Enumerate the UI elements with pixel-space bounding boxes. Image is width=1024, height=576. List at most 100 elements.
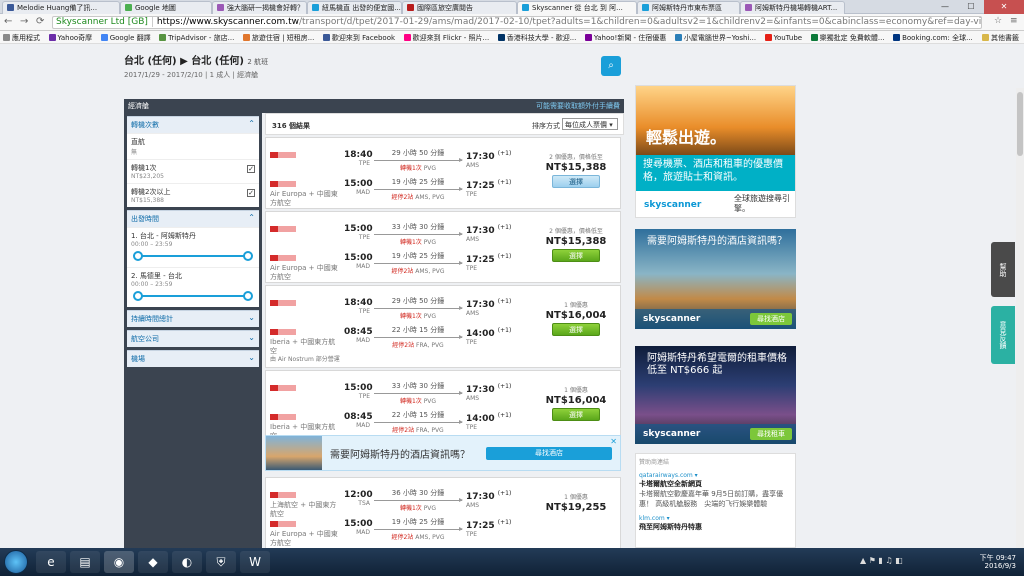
departure-time-header[interactable]: 出發時間 ⌃ [127, 210, 259, 227]
back-arrow-icon[interactable]: ← [4, 16, 12, 27]
bookmark-item[interactable]: 小屋電腦世界~Yoshi... [672, 31, 759, 43]
tab-favicon-icon [745, 4, 752, 11]
feedback-tab[interactable]: 意見反饋 [991, 306, 1015, 364]
route-line-arrow-icon [374, 306, 463, 310]
app-icon[interactable]: ◆ [138, 551, 168, 573]
bookmark-item[interactable]: 應用程式 [0, 31, 43, 43]
leg-route: 29 小時 50 分鐘 轉機1次 PVG [374, 296, 463, 320]
car-rental-ad[interactable]: 阿姆斯特丹希望電爾的租車價格低至 NT$666 起 skyscanner 尋找租車 [635, 346, 796, 444]
slider-handle-end[interactable] [243, 291, 253, 301]
flight-card[interactable]: 18:40 TPE 29 小時 50 分鐘 轉機1次 PVG 17:30 (+1) AMS… [265, 285, 621, 368]
sponsored-title[interactable]: 卡塔爾航空全新網頁 [639, 479, 792, 489]
bookmark-item[interactable]: TripAdvisor - 旅店... [156, 31, 237, 43]
find-hotel-ad-button[interactable]: 尋找酒店 [750, 313, 792, 325]
airlines-filter-header[interactable]: 航空公司 ⌄ [127, 330, 259, 347]
address-bar: ← → ⟳ Skyscanner Ltd [GB] https://www.sky… [0, 14, 1024, 31]
browser-tab[interactable]: 強大腦研一揭機會好轉？ [212, 1, 307, 14]
maximize-button[interactable]: ☐ [958, 0, 984, 14]
sponsored-url[interactable]: klm.com ▾ [639, 515, 792, 522]
minimize-button[interactable]: — [932, 0, 958, 14]
slider-handle-start[interactable] [133, 251, 143, 261]
forward-arrow-icon[interactable]: → [20, 16, 28, 27]
select-button[interactable]: 選擇 [552, 175, 600, 188]
browser-tab[interactable]: 國際區旅空廣閱告 [402, 1, 517, 14]
system-tray-icons[interactable]: ▲ ⚑ ▮ ♫ ◧ [860, 556, 903, 565]
other-bookmarks[interactable]: 其他書籤 [979, 31, 1022, 43]
time-slider[interactable] [133, 291, 253, 301]
browser-tab[interactable]: 紐馬機直 出發的便宜國... [307, 1, 402, 14]
sponsored-url[interactable]: qatarairways.com ▾ [639, 472, 792, 479]
flight-card[interactable]: 上海航空 + 中國東方航空 12:00 TSA 36 小時 30 分鐘 轉機1次 PVG… [265, 477, 621, 548]
results-count: 316 個結果 [272, 122, 311, 130]
filter-option-two-stops[interactable]: 轉機2次以上 NT$15,388 ✓ [127, 183, 259, 207]
stops-filter-header[interactable]: 轉機次數 ⌃ [127, 116, 259, 133]
window-controls: — ☐ ✕ [932, 0, 1024, 14]
filter-option-direct: 直航無 [127, 133, 259, 159]
checkbox-checked-icon[interactable]: ✓ [247, 189, 255, 197]
close-window-button[interactable]: ✕ [984, 0, 1024, 14]
airports-filter-header[interactable]: 機場 ⌄ [127, 350, 259, 367]
fees-link[interactable]: 可能需要收取額外付手續費 [536, 99, 620, 113]
star-bookmark-icon[interactable]: ☆ [994, 16, 1002, 26]
browser-tab[interactable]: Google 地圖 [120, 1, 212, 14]
sponsored-link[interactable]: qatarairways.com ▾ 卡塔爾航空全新網頁 卡塔爾航空歡慶嘉年華 9月… [639, 472, 792, 509]
bookmark-item[interactable]: Yahoo奇摩 [46, 31, 96, 43]
browser-tab[interactable]: 阿姆斯特丹市東布票區 [637, 1, 740, 14]
select-button[interactable]: 選擇 [552, 323, 600, 336]
sponsored-link[interactable]: klm.com ▾ 飛至阿姆斯特丹特惠 [639, 515, 792, 532]
bookmark-item[interactable]: YouTube [762, 32, 805, 43]
select-button[interactable]: 選擇 [552, 408, 600, 421]
bookmark-item[interactable]: 歡迎來到 Facebook [320, 31, 398, 43]
duration-filter-header[interactable]: 持續時間總計 ⌄ [127, 310, 259, 327]
bookmark-item[interactable]: Yahoo!新聞 - 住宿優惠 [582, 31, 669, 43]
bookmark-item[interactable]: 樂獨批定 免費軟體... [808, 31, 888, 43]
airline-info: Air Europa + 中國東方航空 [270, 521, 340, 548]
departure-airport: MAD [356, 422, 370, 429]
firefox-icon[interactable]: ◐ [172, 551, 202, 573]
airline-name: Air Europa + 中國東方航空 [270, 530, 338, 547]
bookmark-item[interactable]: 香港科技大學 - 歡迎... [495, 31, 580, 43]
chrome-icon[interactable]: ◉ [104, 551, 134, 573]
bookmark-item[interactable]: 歡迎來到 Flickr - 照片... [401, 31, 493, 43]
clock[interactable]: 下午 09:47 2016/9/3 [980, 554, 1016, 570]
select-button[interactable]: 選擇 [552, 249, 600, 262]
start-button[interactable] [4, 550, 28, 574]
find-hotel-button[interactable]: 尋找酒店 [486, 447, 612, 460]
amsterdam-image [266, 436, 322, 470]
browser-tab-active[interactable]: Skyscanner 從 台北 到 阿... [517, 1, 637, 14]
security-shield-icon[interactable]: ⛨ [206, 551, 236, 573]
edit-search-button[interactable]: ⌕ [601, 56, 621, 76]
slider-handle-end[interactable] [243, 251, 253, 261]
browser-tab[interactable]: Melodie Huang備了訊... [2, 1, 120, 14]
scrollbar-thumb[interactable] [1017, 92, 1023, 156]
bookmark-item[interactable]: 旅遊住宿 | 短租房... [240, 31, 317, 43]
sponsored-title[interactable]: 飛至阿姆斯特丹特惠 [639, 522, 792, 532]
route-line-arrow-icon [374, 232, 463, 236]
checkbox-checked-icon[interactable]: ✓ [247, 165, 255, 173]
flight-card[interactable]: 15:00 TPE 33 小時 30 分鐘 轉機1次 PVG 17:30 (+1) AMS… [265, 211, 621, 283]
url-input[interactable]: Skyscanner Ltd [GB] https://www.skyscanne… [52, 16, 982, 29]
word-icon[interactable]: W [240, 551, 270, 573]
flight-card[interactable]: 18:40 TPE 29 小時 50 分鐘 轉機1次 PVG 17:30 (+1) AMS… [265, 137, 621, 209]
hotel-ad[interactable]: 需要阿姆斯特丹的酒店資訊嗎？ skyscanner 尋找酒店 [635, 229, 796, 329]
find-car-button[interactable]: 尋找租車 [750, 428, 792, 440]
help-tab[interactable]: 幫助 [991, 242, 1015, 297]
browser-tab[interactable]: 阿姆斯特丹機場轉機ART... [740, 1, 845, 14]
skyscanner-logo: skyscanner [643, 429, 701, 439]
slider-handle-start[interactable] [133, 291, 143, 301]
scrollbar[interactable] [1016, 88, 1024, 548]
reload-icon[interactable]: ⟳ [36, 16, 44, 27]
explorer-folder-icon[interactable]: ▤ [70, 551, 100, 573]
time-slider[interactable] [133, 251, 253, 261]
close-icon[interactable]: ✕ [610, 437, 617, 446]
hkust-icon [497, 34, 505, 41]
filter-option-one-stop[interactable]: 轉機1次 NT$23,205 ✓ [127, 159, 259, 183]
ie-icon[interactable]: e [36, 551, 66, 573]
sort-select[interactable]: 每位成人票價 ▾ [562, 118, 618, 130]
bookmark-item[interactable]: Booking.com: 全球... [890, 31, 976, 43]
bookmark-item[interactable]: Google 翻譯 [98, 31, 154, 43]
menu-icon[interactable]: ≡ [1010, 16, 1018, 26]
airline-info: Iberia + 中國東方航空 [270, 329, 340, 356]
airline-name: Air Europa + 中國東方航空 [270, 264, 338, 281]
skyscanner-ad[interactable]: 輕鬆出遊。 搜尋機票、酒店和租車的優惠價格，旅遊貼士和資訊。 skyscanne… [635, 85, 796, 218]
